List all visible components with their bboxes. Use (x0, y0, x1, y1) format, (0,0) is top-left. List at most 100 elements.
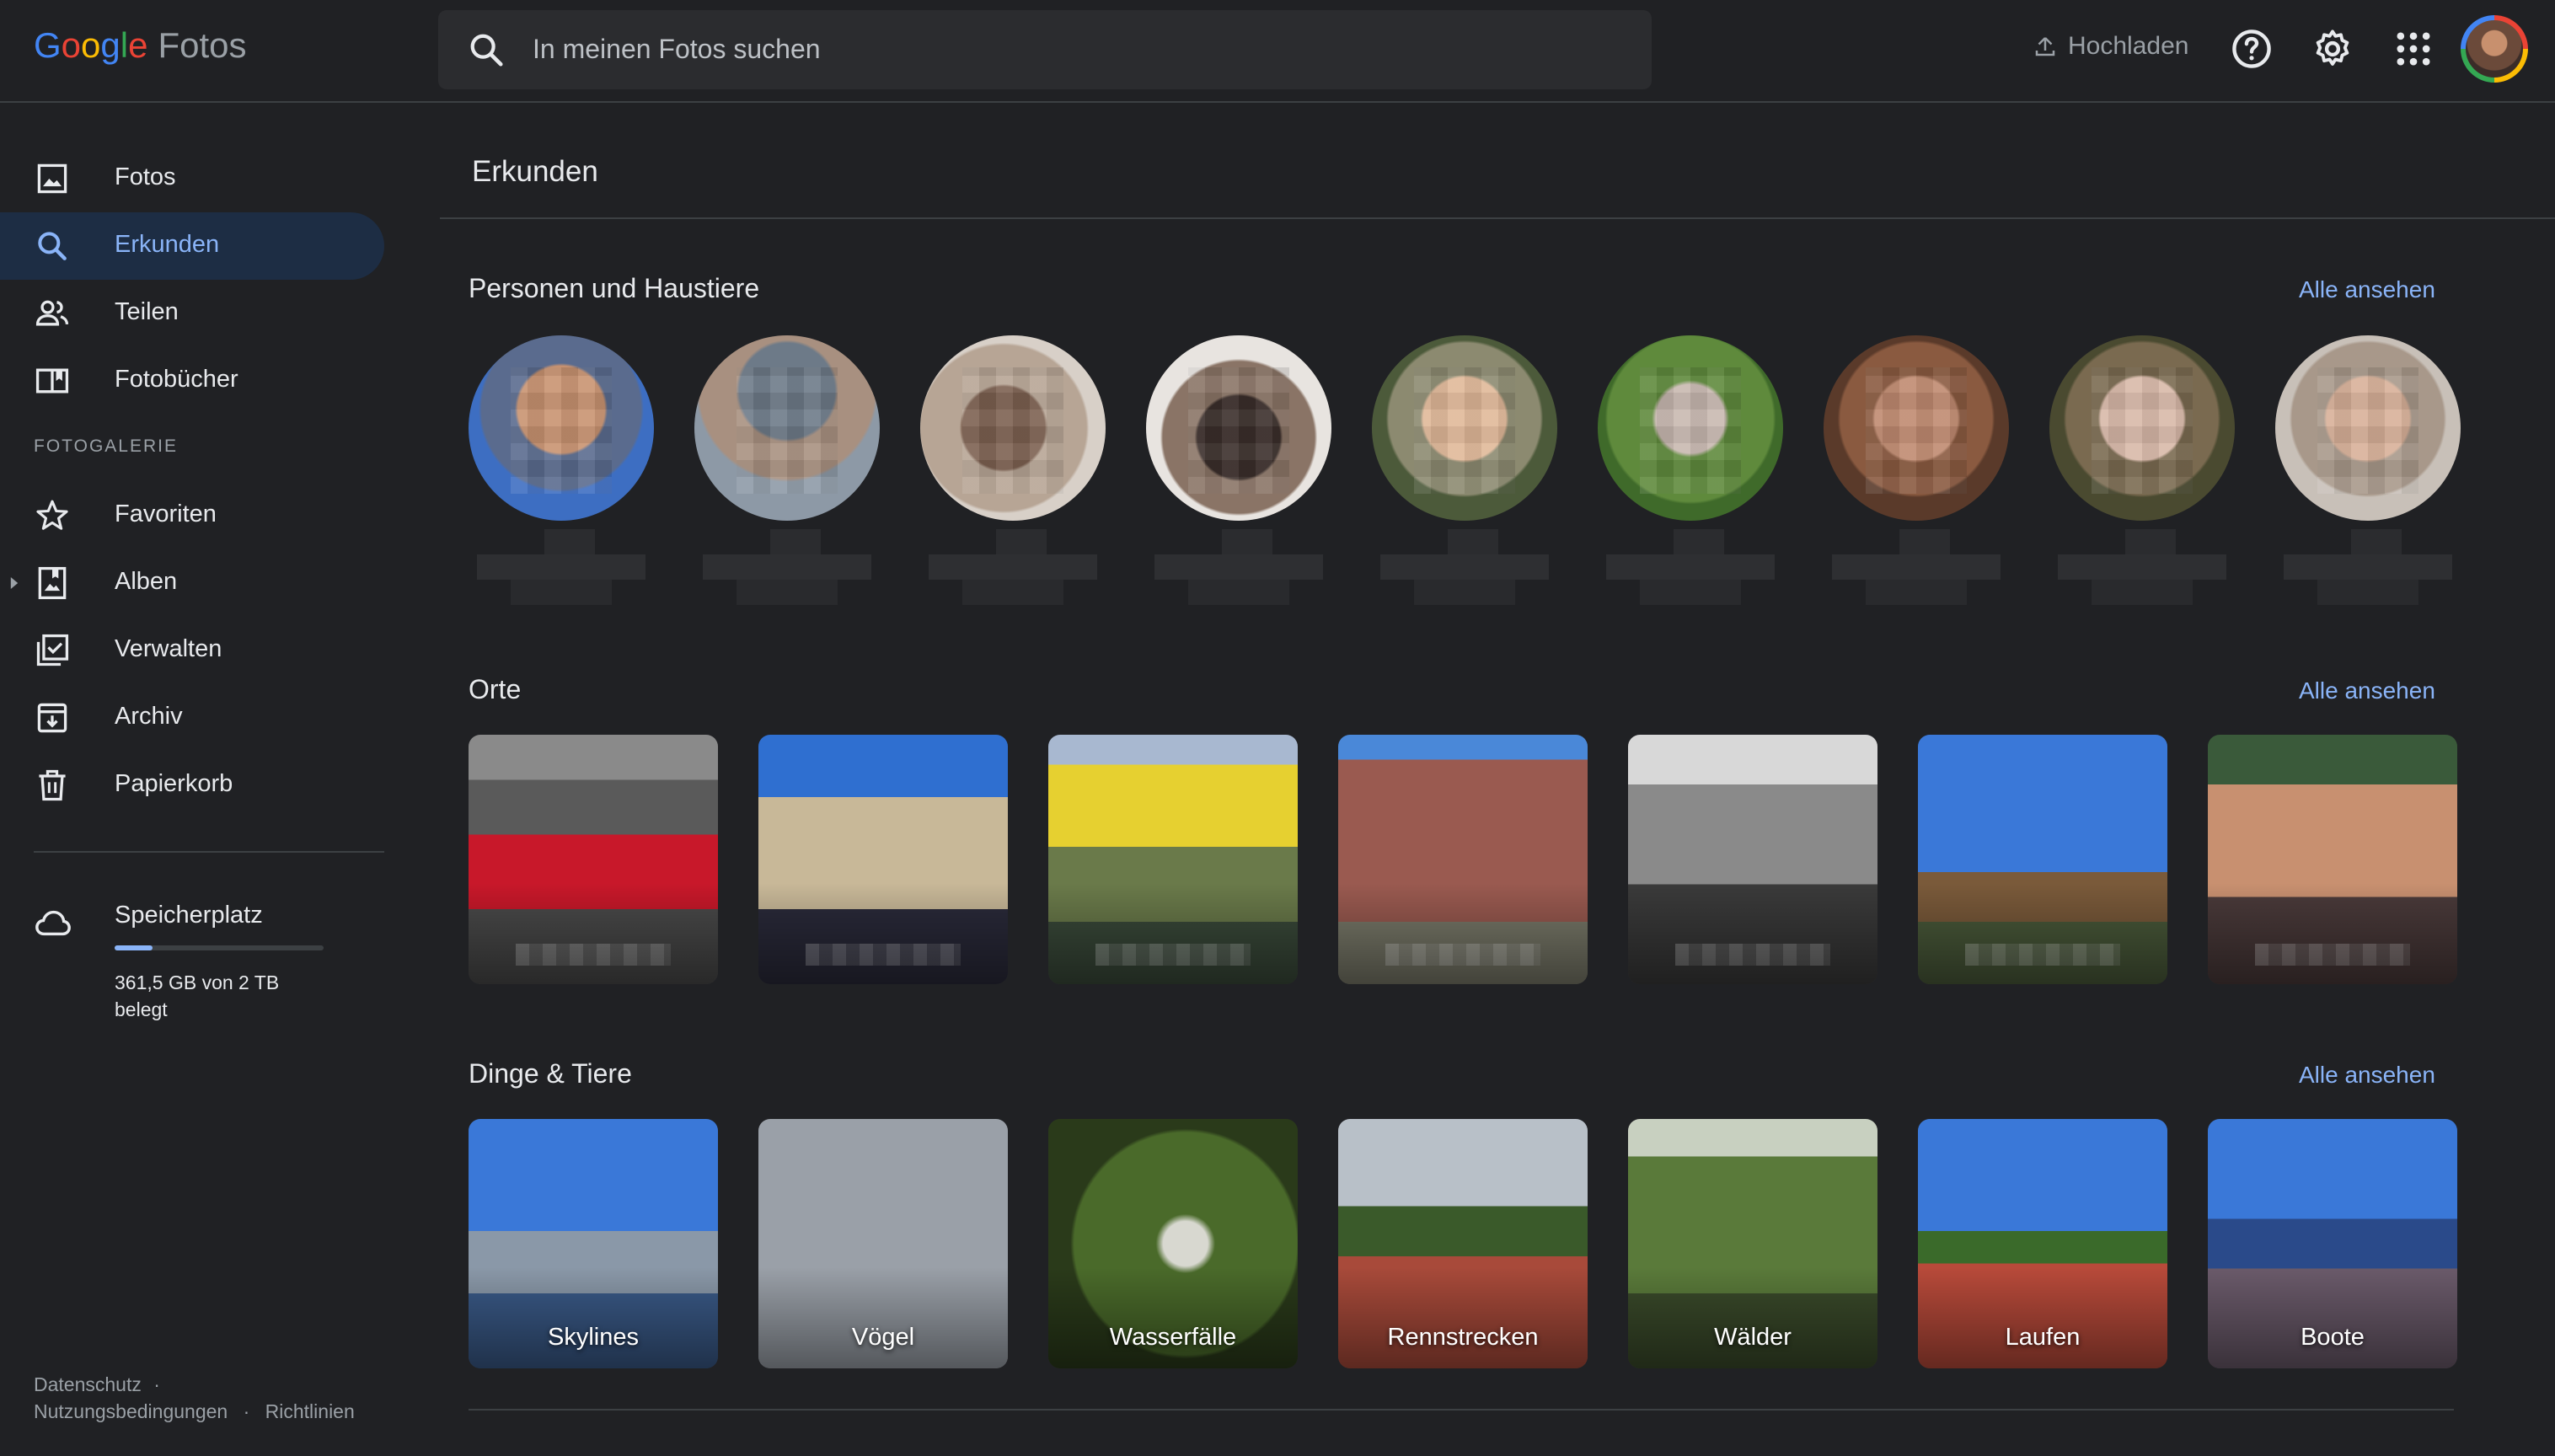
person-thumbnail[interactable] (1372, 335, 1557, 521)
privacy-link[interactable]: Datenschutz (34, 1373, 142, 1395)
person-thumbnail[interactable] (469, 335, 654, 521)
places-section-title: Orte (469, 674, 522, 704)
tile-label: Wasserfälle (1109, 1324, 1237, 1351)
sidebar-item-label: Papierkorb (115, 770, 233, 797)
things-see-all-link[interactable]: Alle ansehen (2299, 1062, 2435, 1089)
places-see-all-link[interactable]: Alle ansehen (2299, 677, 2435, 704)
search-icon[interactable] (467, 30, 506, 69)
people-see-all-link[interactable]: Alle ansehen (2299, 276, 2435, 303)
page-title: Erkunden (472, 155, 598, 188)
place-label-blurred (1675, 944, 1830, 966)
tile-label: Rennstrecken (1387, 1324, 1539, 1351)
sidebar-item-papierkorb[interactable]: Papierkorb (0, 752, 384, 819)
sidebar-item-label: Erkunden (115, 231, 220, 258)
account-avatar[interactable] (2461, 15, 2528, 83)
upload-label: Hochladen (2068, 32, 2189, 60)
trash-icon (39, 769, 66, 801)
top-app-bar: Google Fotos In meinen Fotos suchen Hochl… (0, 0, 2555, 103)
pixelated-face (1188, 367, 1289, 494)
person-thumbnail[interactable] (694, 335, 880, 521)
place-tile[interactable] (1628, 735, 1877, 984)
sidebar-item-alben[interactable]: Alben (0, 549, 384, 617)
pet-thumbnail[interactable] (1146, 335, 1331, 521)
thing-tile-boote[interactable]: Boote (2208, 1119, 2457, 1368)
apps-grid-icon[interactable] (2392, 27, 2435, 71)
tile-label: Skylines (548, 1324, 639, 1351)
help-icon[interactable] (2230, 27, 2274, 71)
pixelated-face (1414, 367, 1515, 494)
separator: · (153, 1373, 160, 1395)
pet-thumbnail[interactable] (1598, 335, 1783, 521)
person-name-blurred (929, 529, 1097, 605)
book-icon (35, 368, 69, 393)
sidebar-item-archiv[interactable]: Archiv (0, 684, 384, 752)
tile-label: Wälder (1714, 1324, 1792, 1351)
place-label-blurred (1385, 944, 1540, 966)
place-tile[interactable] (1048, 735, 1298, 984)
place-tile[interactable] (2208, 735, 2457, 984)
place-label-blurred (2255, 944, 2410, 966)
sidebar-item-label: Verwalten (115, 635, 222, 662)
search-icon (38, 232, 67, 260)
storage-usage-text: 361,5 GB von 2 TB belegt (115, 972, 280, 1020)
upload-button[interactable]: Hochladen (2033, 32, 2188, 61)
expand-arrow-icon[interactable] (8, 575, 20, 592)
sidebar: Fotos Erkunden Teilen Fotobücher FOTOGAL… (0, 103, 388, 1456)
person-thumbnail[interactable] (2275, 335, 2461, 521)
pet-thumbnail[interactable] (920, 335, 1106, 521)
policies-link[interactable]: Richtlinien (265, 1400, 355, 1422)
person-name-blurred (2058, 529, 2226, 605)
place-label-blurred (1095, 944, 1251, 966)
sidebar-item-teilen[interactable]: Teilen (0, 280, 384, 347)
sidebar-item-label: Favoriten (115, 500, 217, 527)
sidebar-divider (34, 851, 384, 853)
person-name-blurred (1832, 529, 2001, 605)
place-tile[interactable] (758, 735, 1008, 984)
storage-progress-fill (115, 945, 153, 950)
sidebar-item-label: Alben (115, 568, 178, 595)
tile-label: Laufen (2005, 1324, 2081, 1351)
person-name-blurred (1606, 529, 1775, 605)
pixelated-face (962, 367, 1063, 494)
star-icon (36, 500, 68, 530)
sidebar-item-erkunden[interactable]: Erkunden (0, 212, 384, 280)
content-divider (469, 1409, 2454, 1410)
person-thumbnail[interactable] (2049, 335, 2235, 521)
pixelated-face (1640, 367, 1741, 494)
album-icon (38, 566, 67, 600)
place-label-blurred (516, 944, 671, 966)
search-bar[interactable]: In meinen Fotos suchen (438, 10, 1652, 89)
google-photos-logo[interactable]: Google Fotos (34, 25, 247, 66)
place-tile[interactable] (1918, 735, 2167, 984)
thing-tile-skylines[interactable]: Skylines (469, 1119, 718, 1368)
upload-icon (2035, 37, 2055, 56)
search-placeholder: In meinen Fotos suchen (533, 34, 821, 64)
footer-links-row1: Datenschutz · (34, 1373, 160, 1396)
things-section-title: Dinge & Tiere (469, 1058, 632, 1089)
photo-icon (37, 163, 67, 194)
gallery-section-title: FOTOGALERIE (34, 436, 178, 456)
thing-tile-rennstrecken[interactable]: Rennstrecken (1338, 1119, 1588, 1368)
sidebar-item-fotos[interactable]: Fotos (0, 145, 384, 212)
thing-tile-wasserfaelle[interactable]: Wasserfälle (1048, 1119, 1298, 1368)
logo-google-wordmark: Google (34, 25, 148, 65)
place-tile[interactable] (469, 735, 718, 984)
separator: · (243, 1400, 250, 1422)
thing-tile-voegel[interactable]: Vögel (758, 1119, 1008, 1368)
person-name-blurred (477, 529, 645, 605)
settings-icon[interactable] (2311, 27, 2354, 71)
person-thumbnail[interactable] (1824, 335, 2009, 521)
thing-tile-waelder[interactable]: Wälder (1628, 1119, 1877, 1368)
sidebar-item-verwalten[interactable]: Verwalten (0, 617, 384, 684)
sidebar-item-fotobuecher[interactable]: Fotobücher (0, 347, 384, 415)
people-icon (35, 300, 69, 326)
storage-label[interactable]: Speicherplatz (115, 902, 263, 929)
sidebar-item-label: Fotobücher (115, 366, 238, 393)
place-tile[interactable] (1338, 735, 1588, 984)
sidebar-item-favoriten[interactable]: Favoriten (0, 482, 384, 549)
pixelated-face (1866, 367, 1967, 494)
thing-tile-laufen[interactable]: Laufen (1918, 1119, 2167, 1368)
terms-link[interactable]: Nutzungsbedingungen (34, 1400, 228, 1422)
storage-progress-bar (115, 945, 324, 950)
logo-product-name: Fotos (158, 25, 247, 65)
